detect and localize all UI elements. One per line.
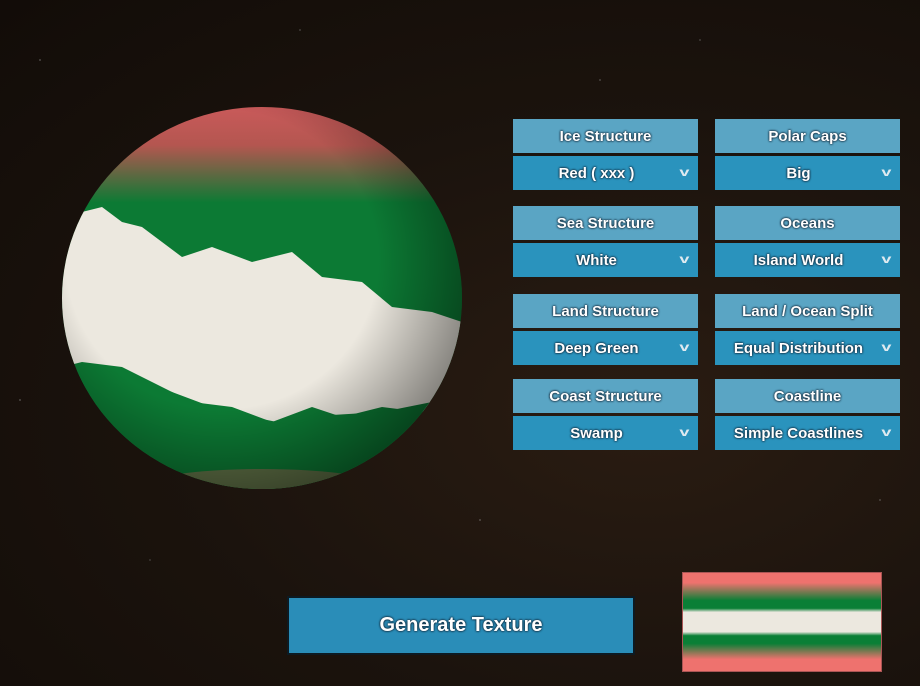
dropdown-value: Red ( xxx ) bbox=[558, 164, 635, 182]
chevron-down-icon: v bbox=[679, 252, 690, 266]
land-ocean-split-label: Land / Ocean Split bbox=[715, 294, 900, 328]
dropdown-value: Equal Distribution bbox=[733, 339, 864, 357]
chevron-down-icon: v bbox=[881, 165, 892, 179]
coast-structure-label: Coast Structure bbox=[513, 379, 698, 413]
planet-preview bbox=[62, 107, 462, 489]
chevron-down-icon: v bbox=[679, 425, 690, 439]
chevron-down-icon: v bbox=[881, 340, 892, 354]
sea-structure-label: Sea Structure bbox=[513, 206, 698, 240]
dropdown-value: Deep Green bbox=[554, 339, 639, 357]
land-structure-label: Land Structure bbox=[513, 294, 698, 328]
polar-caps-dropdown[interactable]: Big v bbox=[715, 156, 900, 190]
chevron-down-icon: v bbox=[881, 425, 892, 439]
coast-structure-dropdown[interactable]: Swamp v bbox=[513, 416, 698, 450]
polar-caps-label: Polar Caps bbox=[715, 119, 900, 153]
generate-texture-button[interactable]: Generate Texture bbox=[287, 596, 635, 655]
dropdown-value: Island World bbox=[753, 251, 844, 269]
chevron-down-icon: v bbox=[881, 252, 892, 266]
chevron-down-icon: v bbox=[679, 340, 690, 354]
texture-preview bbox=[682, 572, 882, 672]
sea-structure-dropdown[interactable]: White v bbox=[513, 243, 698, 277]
coastline-label: Coastline bbox=[715, 379, 900, 413]
dropdown-value: White bbox=[576, 251, 617, 269]
dropdown-value: Simple Coastlines bbox=[733, 424, 864, 442]
land-ocean-split-dropdown[interactable]: Equal Distribution v bbox=[715, 331, 900, 365]
ice-structure-label: Ice Structure bbox=[513, 119, 698, 153]
dropdown-value: Swamp bbox=[570, 424, 623, 442]
oceans-dropdown[interactable]: Island World v bbox=[715, 243, 900, 277]
dropdown-value: Big bbox=[786, 164, 811, 182]
oceans-label: Oceans bbox=[715, 206, 900, 240]
chevron-down-icon: v bbox=[679, 165, 690, 179]
land-structure-dropdown[interactable]: Deep Green v bbox=[513, 331, 698, 365]
coastline-dropdown[interactable]: Simple Coastlines v bbox=[715, 416, 900, 450]
ice-structure-dropdown[interactable]: Red ( xxx ) v bbox=[513, 156, 698, 190]
